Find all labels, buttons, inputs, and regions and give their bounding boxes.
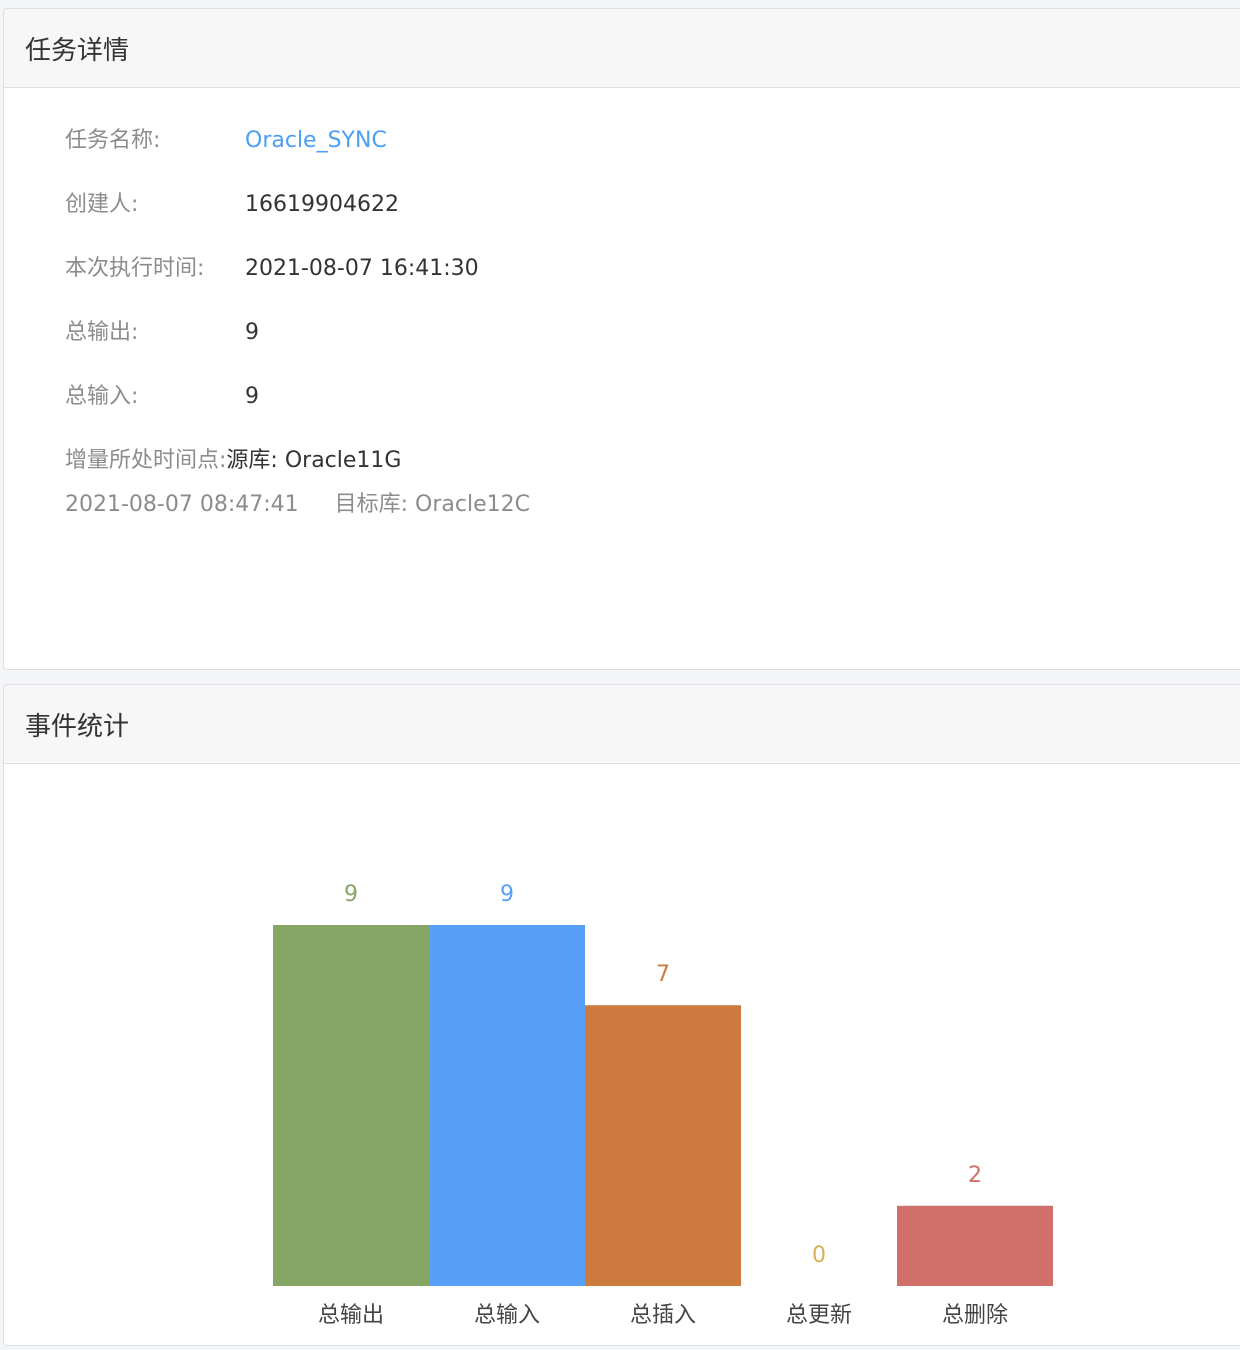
bar-2 bbox=[585, 1005, 741, 1286]
source-db-value: 源库: Oracle11G bbox=[226, 448, 402, 473]
exec-time-value: 2021-08-07 16:41:30 bbox=[245, 256, 479, 281]
category-label-4: 总删除 bbox=[942, 1303, 1008, 1328]
task-details-header: 任务详情 bbox=[4, 9, 1240, 88]
exec-time-row: 本次执行时间: 2021-08-07 16:41:30 bbox=[65, 254, 479, 284]
category-label-3: 总更新 bbox=[786, 1303, 852, 1328]
incremental-time-value: 2021-08-07 08:47:41 bbox=[65, 492, 299, 517]
task-details-panel: 任务详情 任务名称: Oracle_SYNC 创建人: 16619904622 本次… bbox=[3, 8, 1240, 670]
target-db-value: 目标库: Oracle12C bbox=[334, 492, 531, 517]
total-output-label: 总输出: bbox=[65, 320, 139, 345]
incremental-row: 增量所处时间点:源库: Oracle11G bbox=[65, 446, 401, 476]
total-input-label: 总输入: bbox=[65, 384, 139, 409]
creator-label: 创建人: bbox=[65, 192, 139, 217]
total-output-value: 9 bbox=[245, 320, 259, 345]
task-details-title: 任务详情 bbox=[25, 35, 130, 66]
bar-value-label-3: 0 bbox=[812, 1243, 826, 1268]
bar-value-label-2: 7 bbox=[656, 962, 670, 987]
total-output-row: 总输出: 9 bbox=[65, 318, 259, 348]
event-stats-header: 事件统计 bbox=[4, 685, 1240, 764]
exec-time-label: 本次执行时间: bbox=[65, 256, 205, 281]
event-bar-chart: 9 总输出 9 总输入 7 总插入 0 总更新 2 总删除 bbox=[273, 882, 1053, 1328]
task-name-label: 任务名称: bbox=[65, 128, 161, 153]
event-stats-panel: 事件统计 9 总输出 9 总输入 7 总插入 0 总更新 2 总删除 bbox=[3, 684, 1240, 1346]
bar-value-label-1: 9 bbox=[500, 882, 514, 907]
event-stats-title: 事件统计 bbox=[25, 711, 130, 742]
bar-value-label-0: 9 bbox=[344, 882, 358, 907]
incremental-row-2: 2021-08-07 08:47:41 目标库: Oracle12C bbox=[65, 490, 530, 520]
total-input-value: 9 bbox=[245, 384, 259, 409]
creator-row: 创建人: 16619904622 bbox=[65, 190, 399, 220]
task-name-row: 任务名称: Oracle_SYNC bbox=[65, 126, 387, 156]
incremental-label: 增量所处时间点: bbox=[65, 448, 227, 473]
bar-4 bbox=[897, 1205, 1053, 1286]
category-label-2: 总插入 bbox=[630, 1303, 696, 1328]
total-input-row: 总输入: 9 bbox=[65, 382, 259, 412]
bar-1 bbox=[429, 925, 585, 1286]
bar-value-label-4: 2 bbox=[968, 1163, 982, 1188]
bar-0 bbox=[273, 925, 429, 1286]
category-label-0: 总输出 bbox=[318, 1303, 384, 1328]
category-label-1: 总输入 bbox=[474, 1303, 540, 1328]
creator-value: 16619904622 bbox=[245, 192, 399, 217]
task-name-link[interactable]: Oracle_SYNC bbox=[245, 128, 387, 153]
